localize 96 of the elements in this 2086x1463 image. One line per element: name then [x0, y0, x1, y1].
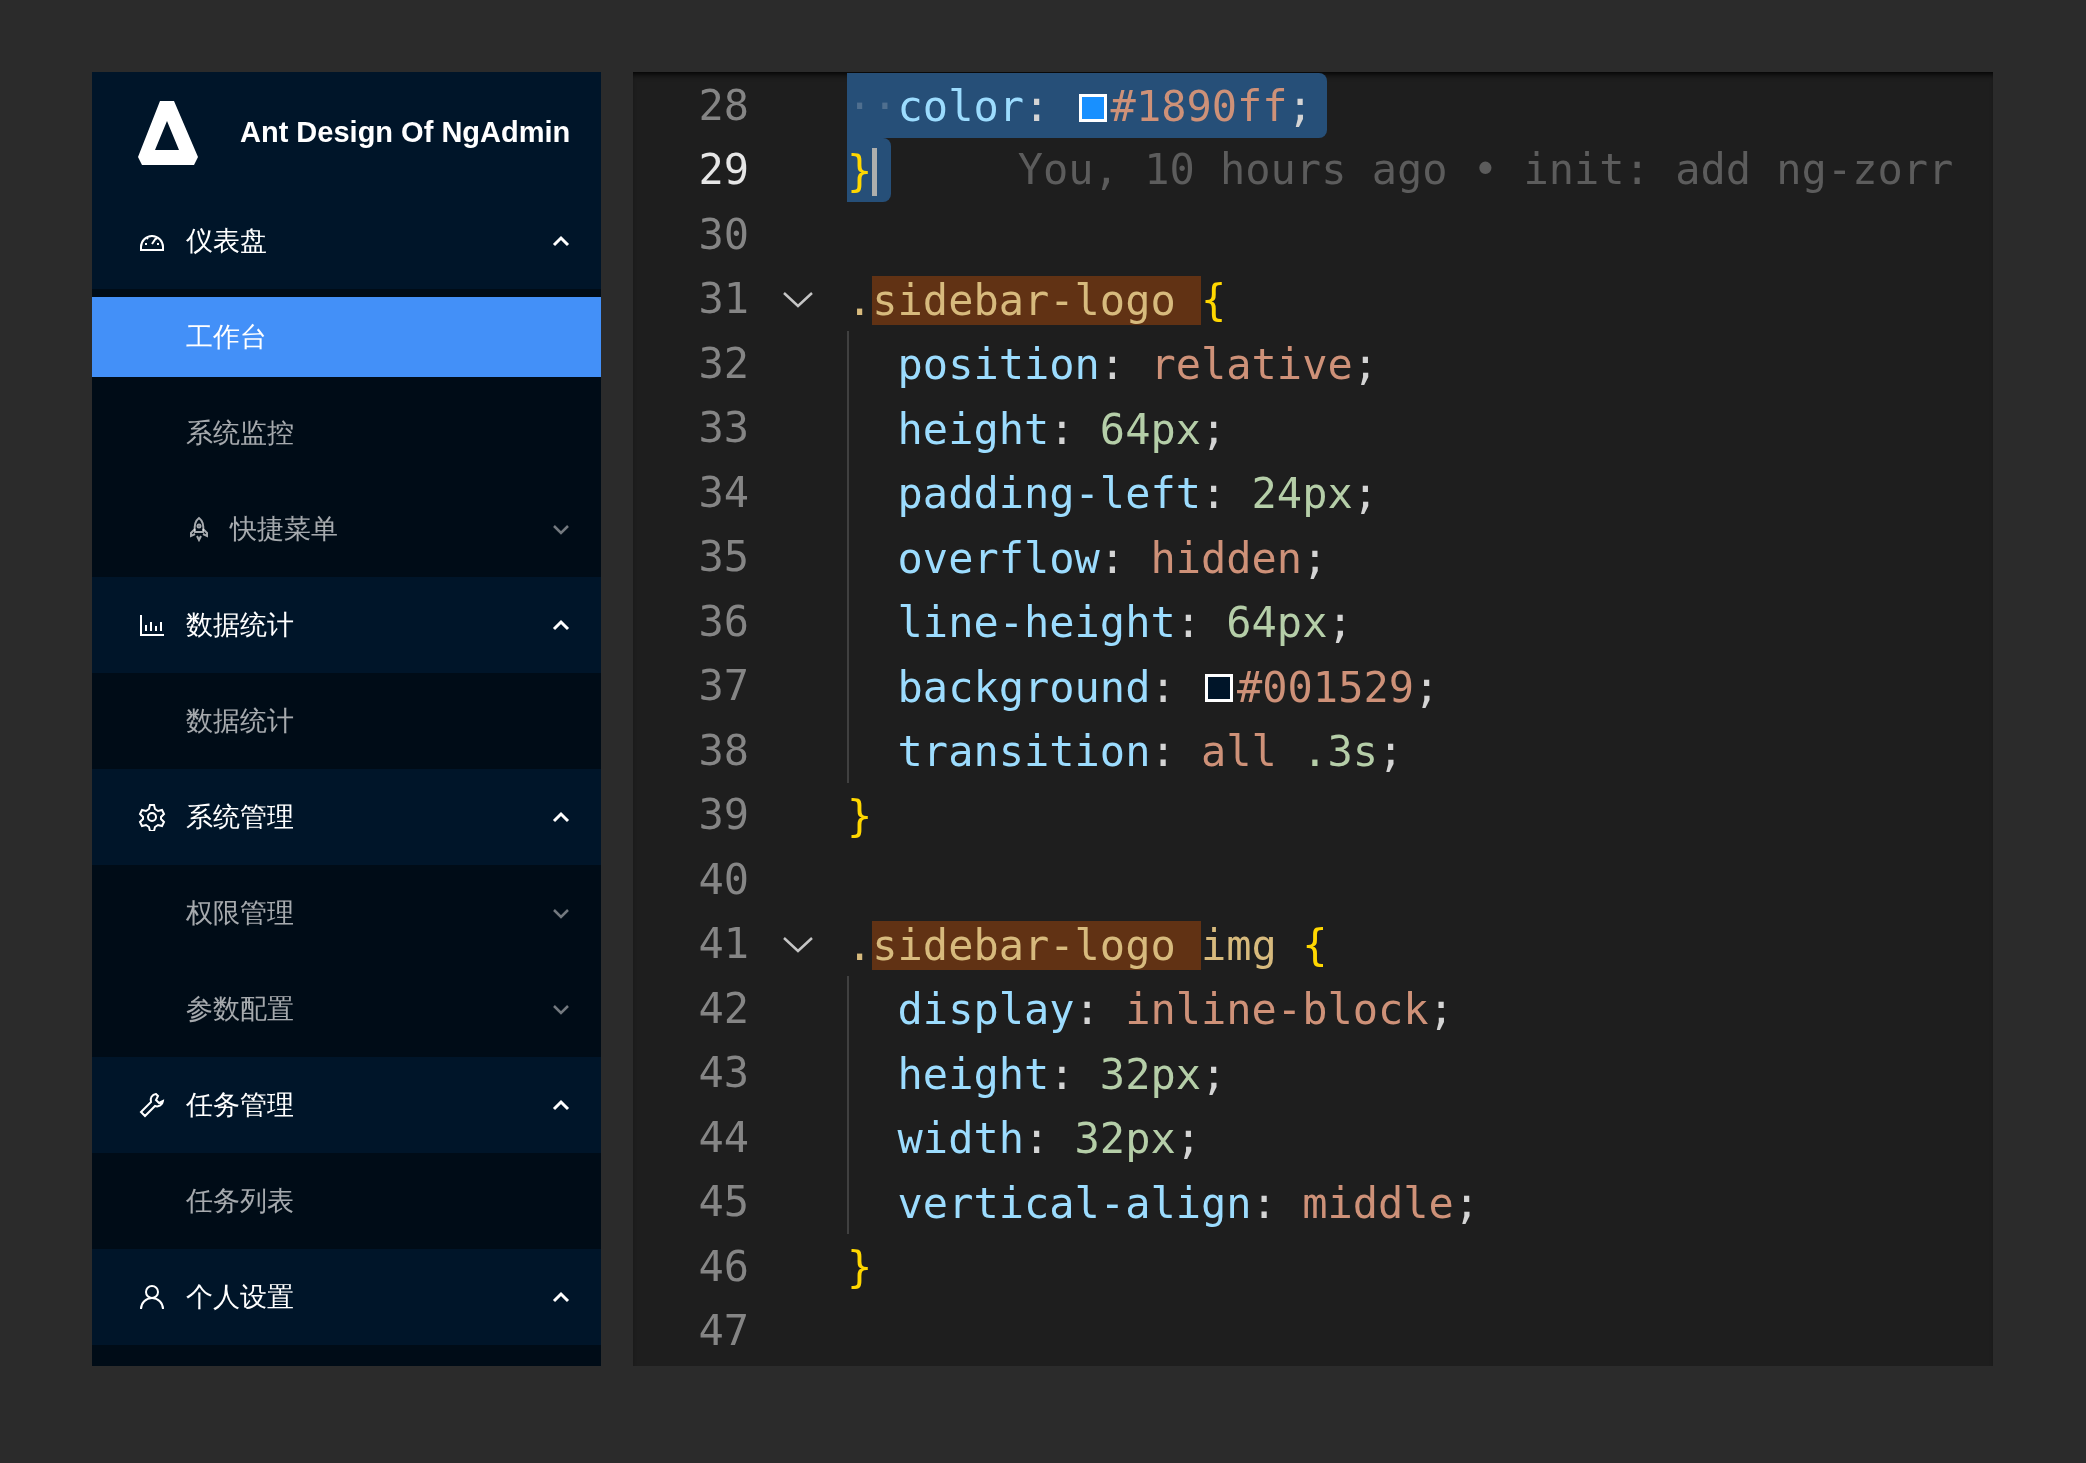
code-token: ;	[1352, 469, 1379, 519]
triangle-logo-icon	[138, 100, 198, 165]
chevron-up-icon	[551, 1290, 571, 1304]
code-token: transition	[897, 727, 1151, 777]
line-number: 39	[697, 789, 749, 842]
code-token: ;	[1201, 1049, 1227, 1099]
code-token: :	[1049, 1049, 1076, 1099]
line-number: 47	[697, 1305, 749, 1358]
logo-title: Ant Design Of NgAdmin	[240, 114, 571, 150]
line-number: 40	[697, 853, 749, 906]
line-number: 42	[697, 982, 749, 1035]
line-number: 29	[697, 144, 749, 197]
line-number: 34	[697, 466, 749, 519]
code-token: ;	[1414, 662, 1440, 712]
code-token: padding-left	[897, 469, 1201, 519]
chevron-down-icon	[551, 1002, 571, 1016]
code-token: #1890ff	[1110, 82, 1288, 132]
code-token: ;	[1302, 533, 1328, 583]
code-token: middle	[1302, 1178, 1454, 1228]
git-blame-annotation: You, 10 hours ago • init: add ng-zorr	[1017, 144, 1954, 197]
line-number: 41	[697, 918, 749, 971]
code-token: 32px	[1074, 1114, 1176, 1164]
code-token: height	[897, 1049, 1050, 1099]
code-token: ;	[1352, 340, 1379, 390]
code-token: }	[847, 791, 873, 841]
code-token: color	[897, 82, 1024, 132]
line-number: 38	[697, 724, 749, 777]
chevron-down-icon	[551, 522, 571, 536]
code-token: :	[1099, 340, 1127, 390]
code-token: ;	[1378, 727, 1404, 777]
code-token: hidden	[1150, 533, 1303, 583]
line-number: 28	[697, 79, 749, 132]
code-token: 24px	[1251, 469, 1353, 519]
wrench-icon	[138, 1091, 166, 1119]
line-number: 35	[697, 531, 749, 584]
code-token: ;	[1453, 1178, 1480, 1228]
chevron-up-icon	[551, 234, 571, 248]
line-number: 45	[697, 1176, 749, 1229]
chevron-up-icon	[551, 810, 571, 824]
code-token: :	[1099, 533, 1127, 583]
code-token: :	[1175, 598, 1202, 648]
code-token: :	[1201, 469, 1228, 519]
menu-group-header[interactable]: 数据统计	[92, 577, 601, 673]
settings-icon	[138, 803, 166, 831]
menu-group-header[interactable]: 个人设置	[92, 1249, 601, 1345]
line-number: 46	[697, 1240, 749, 1293]
chevron-up-icon	[551, 1098, 571, 1112]
whitespace-marker: ··	[847, 82, 898, 132]
chevron-down-icon	[551, 906, 571, 920]
line-number: 31	[697, 273, 749, 326]
line-number: 36	[697, 595, 749, 648]
text-cursor	[872, 148, 878, 196]
code-token: line-height	[897, 598, 1176, 648]
code-token: all	[1201, 727, 1277, 777]
line-number: 30	[697, 208, 749, 261]
code-token: display	[897, 985, 1075, 1035]
code-token: vertical-align	[897, 1178, 1252, 1228]
code-token: width	[897, 1114, 1024, 1164]
code-token: ;	[1327, 598, 1353, 648]
chevron-up-icon	[551, 618, 571, 632]
code-token: :	[1150, 662, 1177, 712]
code-token: ;	[1201, 404, 1227, 454]
code-token: {	[1201, 275, 1227, 325]
code-token: .3s	[1301, 727, 1379, 777]
code-token: :	[1074, 985, 1101, 1035]
code-token: background	[897, 662, 1151, 712]
code-token: :	[1049, 404, 1076, 454]
line-number: 44	[697, 1111, 749, 1164]
code-token: inline-block	[1125, 985, 1429, 1035]
menu-group-header[interactable]: 系统管理	[92, 769, 601, 865]
code-token: :	[1150, 727, 1177, 777]
code-token: img	[1201, 920, 1278, 970]
code-token: 64px	[1226, 598, 1328, 648]
menu-group-header[interactable]: 任务管理	[92, 1057, 601, 1153]
menu-group-header[interactable]: 仪表盘	[92, 193, 601, 289]
code-token: ;	[1175, 1114, 1202, 1164]
code-token: height	[897, 404, 1050, 454]
code-token: :	[1251, 1178, 1278, 1228]
code-token: 32px	[1099, 1049, 1201, 1099]
code-token: {	[1302, 920, 1328, 970]
line-number: 32	[697, 337, 749, 390]
line-number: 37	[697, 660, 749, 713]
code-token: overflow	[897, 533, 1100, 583]
code-token: position	[897, 340, 1100, 390]
line-number: 33	[697, 402, 749, 455]
code-token: ;	[1287, 82, 1313, 132]
code-token: :	[1024, 1114, 1051, 1164]
line-number: 43	[697, 1047, 749, 1100]
code-token: ;	[1428, 985, 1454, 1035]
code-token: }	[847, 1243, 873, 1293]
code-token: relative	[1150, 340, 1353, 390]
code-token: }	[847, 146, 873, 196]
code-token: #001529	[1237, 662, 1415, 712]
code-token: 64px	[1099, 404, 1201, 454]
code-token: :	[1024, 82, 1051, 132]
user-icon	[138, 1283, 166, 1311]
